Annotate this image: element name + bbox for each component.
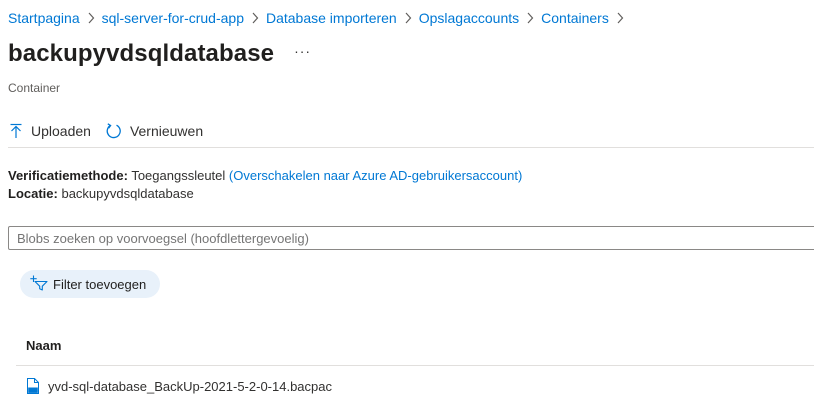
- table-row[interactable]: yvd-sql-database_BackUp-2021-5-2-0-14.ba…: [26, 378, 332, 394]
- refresh-button[interactable]: Vernieuwen: [105, 122, 203, 140]
- chevron-right-icon: [404, 12, 412, 24]
- chevron-right-icon: [616, 12, 624, 24]
- more-options-button[interactable]: ···: [294, 41, 311, 67]
- table-header-divider: [16, 365, 814, 366]
- auth-method-label: Verificatiemethode:: [8, 168, 128, 183]
- chevron-right-icon: [87, 12, 95, 24]
- breadcrumb-item-home[interactable]: Startpagina: [8, 8, 80, 28]
- container-page: Startpagina sql-server-for-crud-app Data…: [0, 0, 814, 398]
- upload-label: Uploaden: [31, 123, 91, 139]
- chevron-right-icon: [526, 12, 534, 24]
- switch-auth-link[interactable]: (Overschakelen naar Azure AD-gebruikersa…: [229, 168, 522, 183]
- breadcrumb-item-database-import[interactable]: Database importeren: [266, 8, 397, 28]
- auth-method-value: Toegangssleutel: [131, 168, 226, 183]
- location-label: Locatie:: [8, 186, 58, 201]
- breadcrumb-item-storage-accounts[interactable]: Opslagaccounts: [419, 8, 519, 28]
- page-title: backupyvdsqldatabase: [8, 40, 275, 67]
- column-header-name[interactable]: Naam: [26, 338, 61, 353]
- add-filter-label: Filter toevoegen: [53, 276, 147, 292]
- add-filter-icon: [30, 275, 48, 294]
- refresh-label: Vernieuwen: [129, 123, 204, 139]
- title-row: backupyvdsqldatabase ···: [8, 38, 311, 70]
- location-value: backupyvdsqldatabase: [61, 186, 194, 201]
- blob-name[interactable]: yvd-sql-database_BackUp-2021-5-2-0-14.ba…: [48, 379, 332, 394]
- page-subtitle: Container: [8, 81, 61, 95]
- command-bar: Uploaden Vernieuwen: [8, 118, 217, 144]
- blob-prefix-search-input[interactable]: [8, 226, 814, 250]
- upload-icon: [8, 123, 24, 139]
- add-filter-button[interactable]: Filter toevoegen: [20, 270, 161, 298]
- toolbar-divider: [8, 147, 814, 148]
- file-icon: [26, 378, 40, 394]
- location-row: Locatie: backupyvdsqldatabase: [8, 185, 522, 203]
- auth-method-row: Verificatiemethode: Toegangssleutel (Ove…: [8, 167, 522, 185]
- breadcrumb: Startpagina sql-server-for-crud-app Data…: [8, 8, 631, 28]
- breadcrumb-item-containers[interactable]: Containers: [541, 8, 609, 28]
- upload-button[interactable]: Uploaden: [8, 123, 91, 139]
- refresh-icon: [105, 122, 123, 140]
- chevron-right-icon: [251, 12, 259, 24]
- container-info: Verificatiemethode: Toegangssleutel (Ove…: [8, 167, 522, 203]
- breadcrumb-item-sql-server[interactable]: sql-server-for-crud-app: [102, 8, 244, 28]
